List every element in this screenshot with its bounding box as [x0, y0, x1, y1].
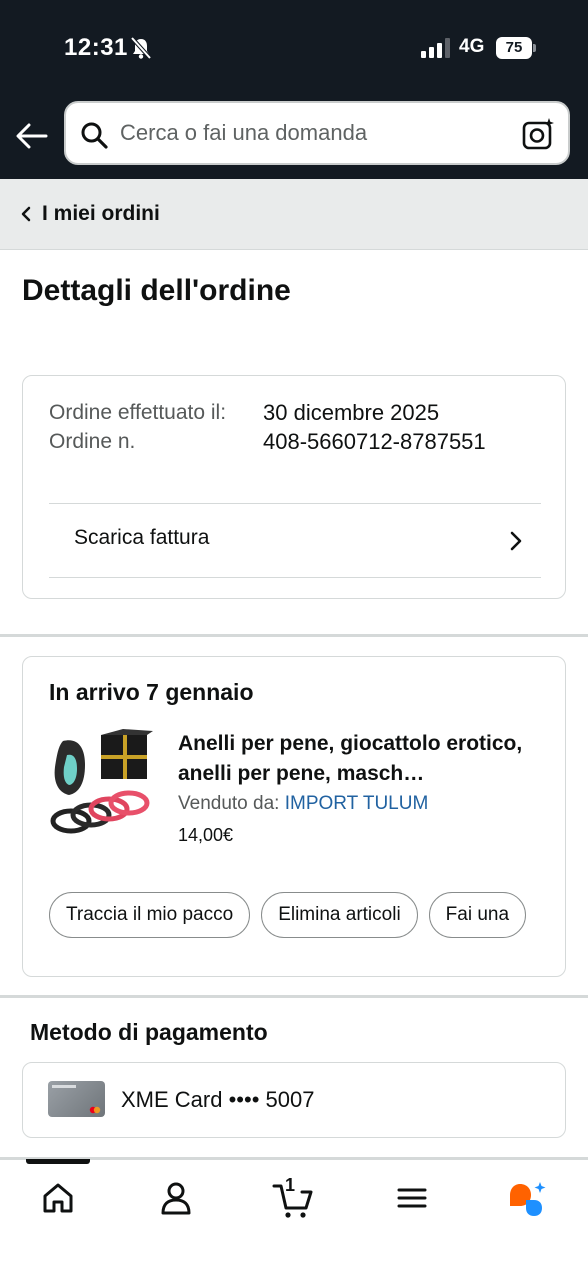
order-date-label: Ordine effettuato il: [49, 401, 227, 424]
order-date-value: 30 dicembre 2025 [263, 400, 440, 425]
sold-by: Venduto da: IMPORT TULUM [178, 793, 428, 815]
home-icon[interactable] [40, 1180, 76, 1216]
credit-card-icon [48, 1081, 105, 1117]
sold-by-label: Venduto da: [178, 793, 285, 814]
search-icon [81, 122, 108, 149]
product-price: 14,00€ [178, 825, 234, 845]
camera-search-icon[interactable] [522, 117, 556, 151]
order-number-label: Ordine n. [49, 430, 136, 453]
order-info-labels: Ordine effettuato il: Ordine n. [49, 398, 249, 456]
shipment-card: In arrivo 7 gennaio Anelli per pene, gio… [22, 656, 566, 977]
ask-question-button[interactable]: Fai una [428, 892, 527, 938]
battery-icon: 75 [496, 37, 536, 59]
payment-method-title: Metodo di pagamento [30, 1019, 268, 1045]
breadcrumb-label[interactable]: I miei ordini [42, 202, 160, 226]
divider [49, 577, 541, 578]
download-invoice-label[interactable]: Scarica fattura [74, 526, 209, 550]
bottom-nav: 1 [0, 1157, 588, 1280]
arrival-date: In arrivo 7 gennaio [49, 679, 254, 705]
search-bar[interactable] [64, 101, 570, 165]
seller-link[interactable]: IMPORT TULUM [285, 793, 429, 814]
account-icon[interactable] [158, 1180, 194, 1216]
product-title[interactable]: Anelli per pene, giocattolo erotico, ane… [178, 729, 548, 789]
cart-count: 1 [285, 1175, 296, 1195]
signal-icon [421, 38, 450, 58]
back-arrow-icon[interactable] [14, 118, 50, 154]
page-title: Dettagli dell'ordine [22, 274, 291, 307]
chevron-right-icon [510, 531, 522, 551]
delete-items-button[interactable]: Elimina articoli [261, 892, 418, 938]
network-type: 4G [459, 36, 485, 57]
product-image[interactable] [49, 727, 153, 837]
download-invoice-row[interactable]: Scarica fattura [49, 504, 541, 578]
section-divider [0, 995, 588, 998]
battery-level: 75 [496, 37, 532, 59]
status-time: 12:31 [64, 34, 128, 61]
chevron-left-icon [21, 206, 31, 222]
bell-muted-icon [130, 36, 152, 60]
menu-icon[interactable] [394, 1180, 430, 1216]
search-input[interactable] [120, 103, 500, 163]
section-divider [0, 634, 588, 637]
order-info-values: 30 dicembre 2025 408-5660712-8787551 [263, 398, 486, 456]
order-number-value: 408-5660712-8787551 [263, 429, 486, 454]
order-info-card: Ordine effettuato il: Ordine n. 30 dicem… [22, 375, 566, 599]
payment-method-card[interactable]: XME Card •••• 5007 [22, 1062, 566, 1138]
shipment-actions: Traccia il mio pacco Elimina articoli Fai … [49, 892, 547, 940]
active-tab-indicator [26, 1159, 90, 1164]
track-package-button[interactable]: Traccia il mio pacco [49, 892, 251, 938]
payment-card-label: XME Card •••• 5007 [121, 1087, 315, 1112]
breadcrumb[interactable]: I miei ordini [0, 179, 588, 250]
app-header: 12:31 4G 75 [0, 0, 588, 179]
rufus-assistant-icon[interactable] [506, 1180, 548, 1220]
